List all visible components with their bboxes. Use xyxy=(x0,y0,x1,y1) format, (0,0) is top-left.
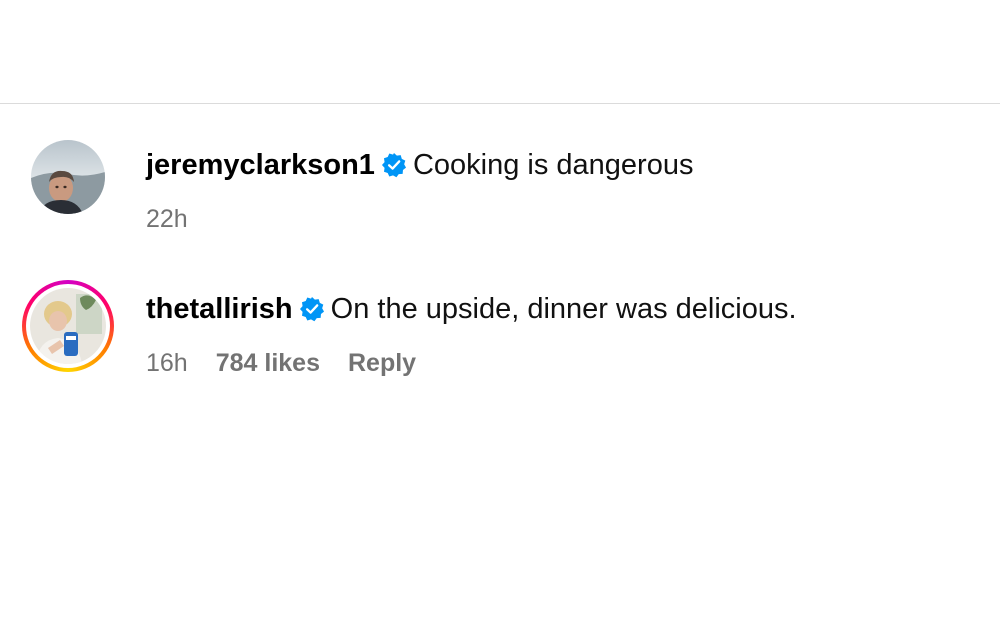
comment-body: thetallirish On the upside, dinner was d… xyxy=(146,292,966,378)
avatar-photo xyxy=(30,288,106,364)
verified-badge-icon xyxy=(381,152,407,178)
timestamp[interactable]: 22h xyxy=(146,204,188,234)
comment-text: On the upside, dinner was delicious. xyxy=(330,293,797,325)
username-link[interactable]: jeremyclarkson1 xyxy=(146,148,375,182)
avatar[interactable] xyxy=(30,288,106,364)
username-link[interactable]: thetallirish xyxy=(146,292,293,326)
comment-text-line: thetallirish On the upside, dinner was d… xyxy=(146,292,966,326)
likes-count-button[interactable]: 784 likes xyxy=(216,348,320,378)
avatar-photo xyxy=(31,140,105,214)
comment-text-line: jeremyclarkson1 Cooking is dangerous xyxy=(146,148,966,182)
avatar[interactable] xyxy=(31,140,105,214)
divider xyxy=(0,103,1000,104)
comment-meta: 16h 784 likes Reply xyxy=(146,348,966,378)
timestamp[interactable]: 16h xyxy=(146,348,188,378)
comments-page: jeremyclarkson1 Cooking is dangerous 22h xyxy=(0,0,1000,625)
story-ring[interactable] xyxy=(22,280,114,372)
comment-body: jeremyclarkson1 Cooking is dangerous 22h xyxy=(146,148,966,234)
verified-badge-icon xyxy=(299,296,325,322)
comment-text: Cooking is dangerous xyxy=(412,149,694,181)
comment-meta: 22h xyxy=(146,204,966,234)
reply-button[interactable]: Reply xyxy=(348,348,416,378)
